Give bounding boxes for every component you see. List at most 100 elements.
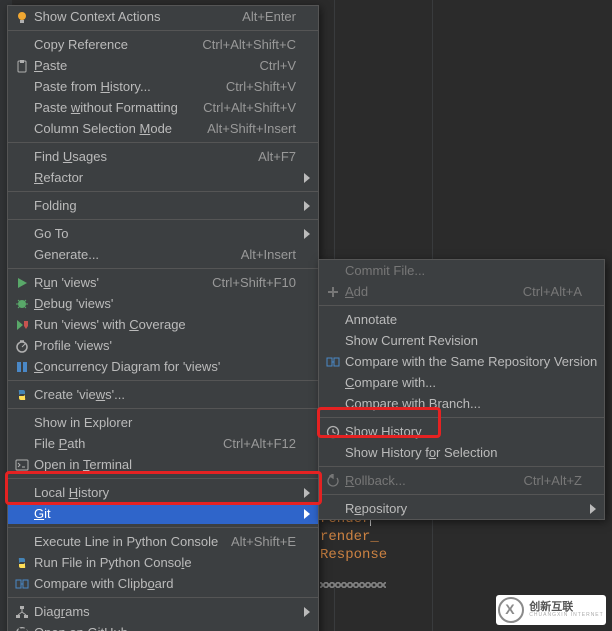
menu-item-shortcut: Ctrl+Alt+Z [523,473,582,488]
menu-item-label: Copy Reference [34,37,190,52]
menu-item-shortcut: Alt+Shift+Insert [207,121,296,136]
add-icon [325,284,341,300]
context-separator [8,191,318,192]
blank-icon [325,501,341,517]
context-item-refactor[interactable]: Refactor [8,167,318,188]
context-item-debug-views[interactable]: Debug 'views' [8,293,318,314]
profile-icon [14,338,30,354]
git-item-add: Add Ctrl+Alt+A [319,281,604,302]
context-item-column-selection-mode[interactable]: Column Selection ModeAlt+Shift+Insert [8,118,318,139]
context-item-run-file-in-python-console[interactable]: Run File in Python Console [8,552,318,573]
context-item-generate[interactable]: Generate...Alt+Insert [8,244,318,265]
menu-item-shortcut: Ctrl+Shift+F10 [212,275,296,290]
menu-item-label: Repository [345,501,582,516]
terminal-icon [14,457,30,473]
git-item-show-history-for-selection[interactable]: Show History for Selection [319,442,604,463]
context-separator [8,597,318,598]
context-item-paste[interactable]: PasteCtrl+V [8,55,318,76]
menu-item-label: Paste without Formatting [34,100,191,115]
code-token: render_ [320,529,379,545]
menu-item-label: Go To [34,226,296,241]
context-item-find-usages[interactable]: Find UsagesAlt+F7 [8,146,318,167]
context-item-run-views-with-coverage[interactable]: Run 'views' with Coverage [8,314,318,335]
context-item-concurrency-diagram-for-views[interactable]: Concurrency Diagram for 'views' [8,356,318,377]
git-item-show-history[interactable]: Show History [319,421,604,442]
menu-item-label: Git [34,506,296,521]
git-item-annotate[interactable]: Annotate [319,309,604,330]
context-item-paste-from-history[interactable]: Paste from History... Ctrl+Shift+V [8,76,318,97]
menu-item-label: Show History [345,424,582,439]
submenu-arrow-icon [304,173,310,183]
context-item-copy-reference[interactable]: Copy ReferenceCtrl+Alt+Shift+C [8,34,318,55]
context-item-go-to[interactable]: Go To [8,223,318,244]
runcov-icon [14,317,30,333]
menu-item-label: Refactor [34,170,296,185]
menu-item-label: File Path [34,436,211,451]
blank-icon [14,534,30,550]
git-item-repository[interactable]: Repository [319,498,604,519]
submenu-arrow-icon [304,488,310,498]
context-item-profile-views[interactable]: Profile 'views' [8,335,318,356]
menu-item-label: Local History [34,485,296,500]
context-menu[interactable]: Show Context ActionsAlt+Enter Copy Refere… [7,5,319,631]
context-item-create-views[interactable]: Create 'views'... [8,384,318,405]
logo-sub: CHUANGXIN INTERNET [529,613,603,618]
context-item-diagrams[interactable]: Diagrams [8,601,318,622]
blank-icon [325,263,341,279]
git-submenu[interactable]: Commit File... Add Ctrl+Alt+A Annotate Show … [318,259,605,520]
menu-item-shortcut: Alt+F7 [258,149,296,164]
bulb-icon [14,9,30,25]
context-item-execute-line-in-python-console[interactable]: Execute Line in Python ConsoleAlt+Shift+… [8,531,318,552]
git-item-commit-file: Commit File... [319,260,604,281]
context-item-show-in-explorer[interactable]: Show in Explorer [8,412,318,433]
blank-icon [14,100,30,116]
context-item-compare-with-clipboard[interactable]: Compare with Clipboard [8,573,318,594]
menu-item-label: Open in Terminal [34,457,296,472]
github-icon [14,625,30,631]
menu-item-label: Commit File... [345,263,582,278]
menu-item-label: Run 'views' with Coverage [34,317,296,332]
blank-icon [14,247,30,263]
menu-item-shortcut: Alt+Insert [241,247,296,262]
menu-item-label: Add [345,284,511,299]
git-separator [319,305,604,306]
git-item-compare-with-the-same-repository-version[interactable]: Compare with the Same Repository Version [319,351,604,372]
blank-icon [14,485,30,501]
menu-item-label: Folding [34,198,296,213]
python-icon [14,555,30,571]
code-squiggle [320,582,386,588]
menu-item-label: Concurrency Diagram for 'views' [34,359,296,374]
menu-item-label: Show Current Revision [345,333,582,348]
menu-item-shortcut: Alt+Enter [242,9,296,24]
menu-item-label: Paste from History... [34,79,214,94]
blank-icon [14,506,30,522]
context-item-folding[interactable]: Folding [8,195,318,216]
blank-icon [325,445,341,461]
context-item-show-context-actions[interactable]: Show Context ActionsAlt+Enter [8,6,318,27]
submenu-arrow-icon [590,504,596,514]
context-item-local-history[interactable]: Local History [8,482,318,503]
context-item-git[interactable]: Git [8,503,318,524]
compare-icon [14,576,30,592]
context-item-open-in-terminal[interactable]: Open in Terminal [8,454,318,475]
blank-icon [14,170,30,186]
git-item-compare-with[interactable]: Compare with... [319,372,604,393]
blank-icon [325,333,341,349]
menu-item-shortcut: Ctrl+Alt+Shift+V [203,100,296,115]
blank-icon [325,375,341,391]
menu-item-shortcut: Alt+Shift+E [231,534,296,549]
menu-item-shortcut: Ctrl+Alt+A [523,284,582,299]
menu-item-shortcut: Ctrl+Shift+V [226,79,296,94]
context-item-open-on-github[interactable]: Open on GitHub [8,622,318,631]
menu-item-label: Profile 'views' [34,338,296,353]
blank-icon [14,37,30,53]
git-item-show-current-revision[interactable]: Show Current Revision [319,330,604,351]
git-item-compare-with-branch[interactable]: Compare with Branch... [319,393,604,414]
blank-icon [14,121,30,137]
context-item-paste-without-formatting[interactable]: Paste without Formatting Ctrl+Alt+Shift+V [8,97,318,118]
context-item-run-views[interactable]: Run 'views'Ctrl+Shift+F10 [8,272,318,293]
submenu-arrow-icon [304,607,310,617]
context-item-file-path[interactable]: File PathCtrl+Alt+F12 [8,433,318,454]
menu-item-label: Run File in Python Console [34,555,296,570]
context-separator [8,478,318,479]
